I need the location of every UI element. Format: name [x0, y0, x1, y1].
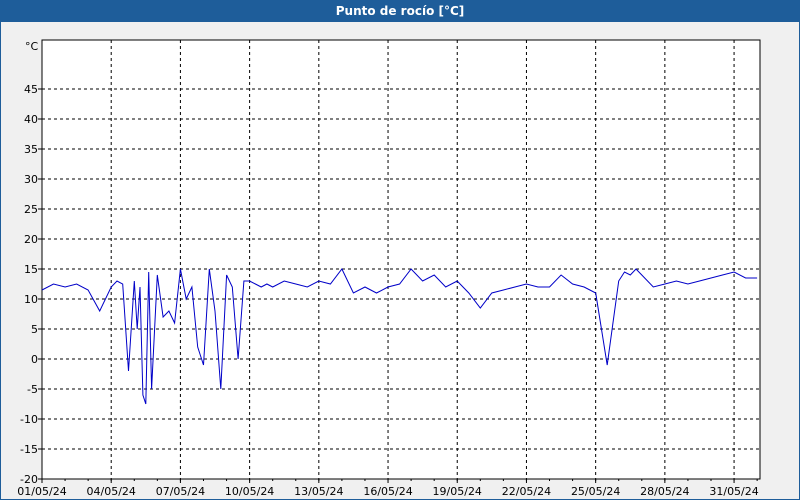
y-tick-label: 25	[24, 203, 38, 216]
y-axis-ticks: -20-15-10-5051015202530354045	[20, 83, 42, 486]
y-tick-label: 10	[24, 293, 38, 306]
y-tick-label: 35	[24, 143, 38, 156]
y-tick-label: 40	[24, 113, 38, 126]
chart: -20-15-10-5051015202530354045 01/05/24 04…	[17, 39, 761, 498]
x-axis-ticks: 01/05/24 04/05/24 07/05/24 10/05/24 13/05/24…	[17, 479, 759, 498]
y-tick-label: 20	[24, 233, 38, 246]
x-tick-label: 22/05/24	[502, 485, 551, 498]
y-tick-label: 0	[31, 353, 38, 366]
x-tick-label: 28/05/24	[640, 485, 689, 498]
x-tick-label: 13/05/24	[294, 485, 343, 498]
x-tick-label: 10/05/24	[225, 485, 274, 498]
y-tick-label: -5	[27, 383, 38, 396]
y-tick-label: -10	[20, 413, 38, 426]
x-tick-label: 07/05/24	[156, 485, 205, 498]
y-axis-unit: °C	[25, 40, 39, 53]
y-tick-label: 5	[31, 323, 38, 336]
x-tick-label: 01/05/24	[17, 485, 66, 498]
y-tick-label: 30	[24, 173, 38, 186]
y-tick-label: 15	[24, 263, 38, 276]
x-tick-label: 16/05/24	[363, 485, 412, 498]
chart-title: Punto de rocío [°C]	[1, 1, 799, 22]
x-tick-label: 19/05/24	[433, 485, 482, 498]
chart-window: Punto de rocío [°C] -20 -15 -10 -5 0 5 10 15 20 2…	[0, 0, 800, 500]
plot-area	[41, 39, 761, 480]
x-tick-label: 04/05/24	[87, 485, 136, 498]
x-tick-label: 25/05/24	[571, 485, 620, 498]
x-tick-label: 31/05/24	[709, 485, 758, 498]
y-tick-label: 45	[24, 83, 38, 96]
y-tick-label: -15	[20, 443, 38, 456]
